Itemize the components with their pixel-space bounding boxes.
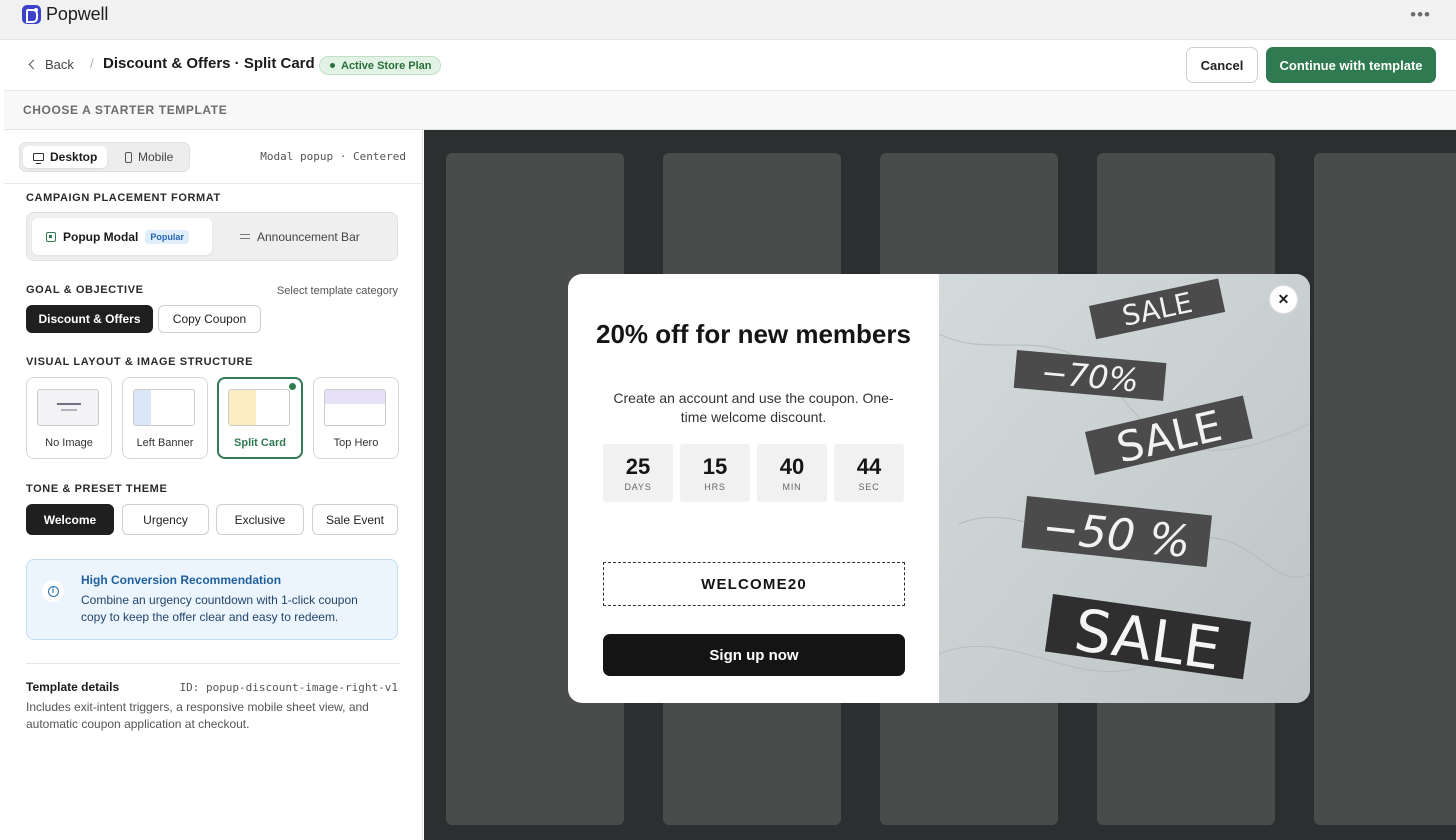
left-banner-thumb-icon bbox=[133, 389, 195, 426]
phone-icon bbox=[125, 151, 132, 163]
popup-content: 20% off for new members Create an accoun… bbox=[568, 274, 939, 703]
popwell-logo-icon bbox=[22, 5, 41, 24]
countdown-value: 15 bbox=[702, 454, 728, 479]
no-image-thumb-icon bbox=[37, 389, 99, 426]
goal-discount-offers[interactable]: Discount & Offers bbox=[26, 305, 153, 333]
divider bbox=[26, 663, 400, 664]
layout-label: Split Card bbox=[234, 437, 286, 449]
device-toggle: Desktop Mobile bbox=[19, 142, 190, 172]
preview-mode-label: Modal popup · Centered bbox=[260, 150, 406, 163]
layout-label: Left Banner bbox=[136, 437, 194, 449]
brand: Popwell bbox=[22, 4, 108, 25]
monitor-icon bbox=[33, 153, 44, 164]
layout-label: Top Hero bbox=[333, 437, 379, 449]
section-strip: CHOOSE A STARTER TEMPLATE bbox=[4, 91, 1456, 130]
countdown-hours: 15 HRS bbox=[680, 444, 750, 502]
goal-hint: Select template category bbox=[276, 285, 398, 297]
placement-format-selector: Popup Modal Popular Announcement Bar bbox=[26, 212, 398, 261]
layout-label: No Image bbox=[45, 437, 93, 449]
popup-subtext: Create an account and use the coupon. On… bbox=[613, 390, 894, 425]
cancel-button[interactable]: Cancel bbox=[1186, 47, 1258, 83]
details-title: Template details bbox=[26, 680, 120, 694]
countdown-unit: HRS bbox=[704, 482, 726, 492]
app-bar: Popwell ••• bbox=[0, 0, 1456, 40]
bar-icon bbox=[240, 234, 250, 239]
split-card-thumb-icon bbox=[228, 389, 290, 426]
placement-title: CAMPAIGN PLACEMENT FORMAT bbox=[26, 192, 221, 204]
popup-modal-option[interactable]: Popup Modal Popular bbox=[32, 218, 212, 255]
chevron-left-icon bbox=[28, 59, 39, 70]
back-link[interactable]: Back bbox=[28, 57, 74, 72]
page-title: Discount & Offers · Split Card bbox=[103, 55, 315, 72]
countdown-seconds: 44 SEC bbox=[834, 444, 904, 502]
popup-preview: 20% off for new members Create an accoun… bbox=[568, 274, 1310, 703]
countdown-unit: SEC bbox=[858, 482, 880, 492]
info-icon: i bbox=[42, 580, 64, 602]
tone-sale-event[interactable]: Sale Event bbox=[312, 504, 398, 535]
countdown-days: 25 DAYS bbox=[603, 444, 673, 502]
mobile-label: Mobile bbox=[138, 150, 174, 164]
layout-top-hero[interactable]: Top Hero bbox=[313, 377, 399, 459]
countdown-value: 25 bbox=[625, 454, 651, 479]
popup-headline: 20% off for new members bbox=[596, 319, 911, 349]
countdown-value: 40 bbox=[779, 454, 805, 479]
announcement-bar-label: Announcement Bar bbox=[257, 229, 360, 244]
popup-modal-label: Popup Modal bbox=[63, 229, 139, 244]
selected-dot-icon bbox=[289, 383, 296, 390]
goal-title: GOAL & OBJECTIVE bbox=[26, 284, 144, 296]
recommendation-title: High Conversion Recommendation bbox=[81, 573, 282, 587]
layout-title: VISUAL LAYOUT & IMAGE STRUCTURE bbox=[26, 356, 254, 368]
preview-canvas: 20% off for new members Create an accoun… bbox=[424, 130, 1456, 840]
close-icon[interactable]: ✕ bbox=[1269, 285, 1298, 314]
status-dot-icon bbox=[330, 63, 335, 68]
placeholder-column bbox=[1314, 153, 1456, 825]
popup-icon bbox=[46, 231, 56, 242]
coupon-code[interactable]: WELCOME20 bbox=[603, 562, 905, 606]
desktop-label: Desktop bbox=[50, 150, 98, 164]
settings-panel: Desktop Mobile Modal popup · Centered CA… bbox=[4, 130, 423, 840]
mobile-toggle-button[interactable]: Mobile bbox=[115, 146, 183, 168]
announcement-bar-option[interactable]: Announcement Bar bbox=[226, 218, 374, 255]
continue-button[interactable]: Continue with template bbox=[1266, 47, 1436, 83]
popular-badge: Popular bbox=[145, 229, 189, 244]
template-id: ID: popup-discount-image-right-v1 bbox=[179, 681, 398, 694]
desktop-toggle-button[interactable]: Desktop bbox=[23, 146, 108, 168]
countdown-minutes: 40 MIN bbox=[757, 444, 827, 502]
divider bbox=[4, 183, 422, 184]
countdown-value: 44 bbox=[856, 454, 882, 479]
layout-left-banner[interactable]: Left Banner bbox=[122, 377, 208, 459]
tone-title: TONE & PRESET THEME bbox=[26, 483, 168, 495]
brand-name: Popwell bbox=[46, 4, 109, 24]
popup-hero-image: SALE −70% SALE −50 % SALE bbox=[938, 274, 1310, 703]
details-text: Includes exit-intent triggers, a respons… bbox=[26, 700, 369, 731]
page-header: Back / Discount & Offers · Split Card Ac… bbox=[4, 40, 1456, 91]
signup-button[interactable]: Sign up now bbox=[603, 634, 905, 676]
tone-welcome[interactable]: Welcome bbox=[26, 504, 114, 535]
layout-no-image[interactable]: No Image bbox=[26, 377, 112, 459]
layout-split-card[interactable]: Split Card bbox=[217, 377, 303, 459]
countdown-unit: DAYS bbox=[624, 482, 652, 492]
top-hero-thumb-icon bbox=[324, 389, 386, 426]
plan-badge: Active Store Plan bbox=[319, 56, 442, 75]
plan-badge-label: Active Store Plan bbox=[341, 59, 432, 72]
goal-copy-coupon[interactable]: Copy Coupon bbox=[158, 305, 261, 333]
more-horizontal-icon[interactable]: ••• bbox=[1410, 5, 1431, 25]
back-label: Back bbox=[45, 57, 74, 72]
tone-urgency[interactable]: Urgency bbox=[122, 504, 209, 535]
tone-exclusive[interactable]: Exclusive bbox=[216, 504, 304, 535]
recommendation-text: Combine an urgency countdown with 1-clic… bbox=[81, 593, 358, 624]
countdown-unit: MIN bbox=[782, 482, 802, 492]
section-label: CHOOSE A STARTER TEMPLATE bbox=[23, 103, 228, 117]
recommendation-callout: i High Conversion Recommendation Combine… bbox=[26, 559, 398, 640]
breadcrumb-separator: / bbox=[90, 56, 94, 71]
